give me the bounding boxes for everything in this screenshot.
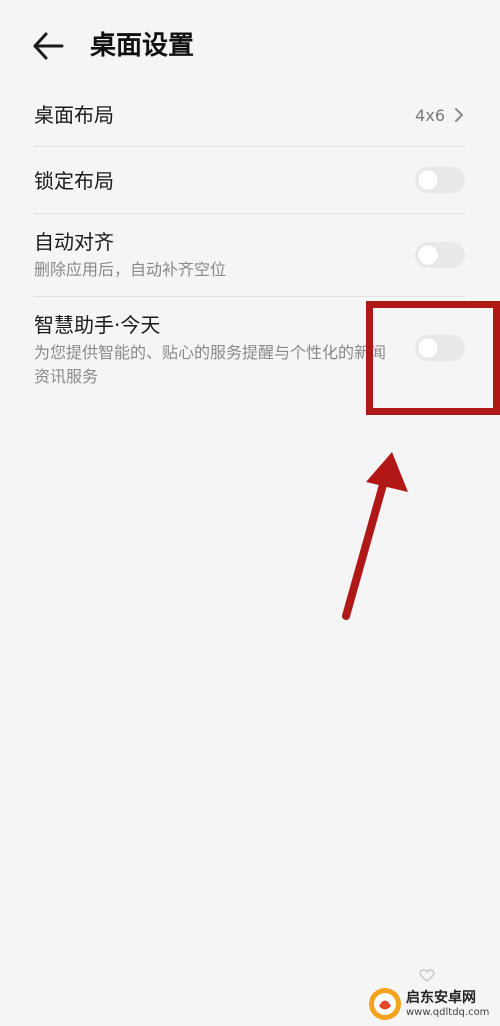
toggle-knob <box>418 170 438 190</box>
watermark-logo-icon <box>369 988 401 1020</box>
setting-title: 自动对齐 <box>34 230 114 254</box>
layout-value: 4x6 <box>415 105 445 125</box>
page-title: 桌面设置 <box>90 31 195 61</box>
desktop-settings-screen: 桌面设置 桌面布局 4x6 锁定布局 自动对齐 删除应用后，自动补齐空位 智慧助… <box>0 0 500 1026</box>
annotation-arrow-icon <box>342 452 408 620</box>
watermark-text: 启东安卓网 www.qdltdq.com <box>406 990 489 1019</box>
chevron-right-icon <box>455 108 463 122</box>
annotation-highlight-box <box>366 301 500 415</box>
layout-value-group[interactable]: 4x6 <box>415 103 465 127</box>
watermark-url: www.qdltdq.com <box>406 1006 490 1018</box>
site-watermark: 启东安卓网 www.qdltdq.com <box>368 984 496 1024</box>
setting-title: 智慧助手·今天 <box>34 313 161 337</box>
setting-row-desktop-layout[interactable]: 桌面布局 4x6 <box>34 84 465 147</box>
setting-title: 锁定布局 <box>34 169 114 193</box>
setting-subtitle: 删除应用后，自动补齐空位 <box>34 260 227 279</box>
toggle-knob <box>418 245 438 265</box>
setting-title: 桌面布局 <box>34 103 114 127</box>
watermark-name: 启东安卓网 <box>406 989 476 1006</box>
setting-subtitle: 为您提供智能的、贴心的服务提醒与个性化的新闻资讯服务 <box>34 343 387 386</box>
auto-align-toggle[interactable] <box>415 242 465 268</box>
heart-icon <box>419 969 435 982</box>
lock-layout-toggle[interactable] <box>415 167 465 193</box>
header-bar: 桌面设置 <box>0 0 500 92</box>
back-arrow-icon[interactable] <box>28 26 68 66</box>
setting-row-auto-align: 自动对齐 删除应用后，自动补齐空位 <box>34 214 465 297</box>
setting-row-lock-layout: 锁定布局 <box>34 147 465 214</box>
